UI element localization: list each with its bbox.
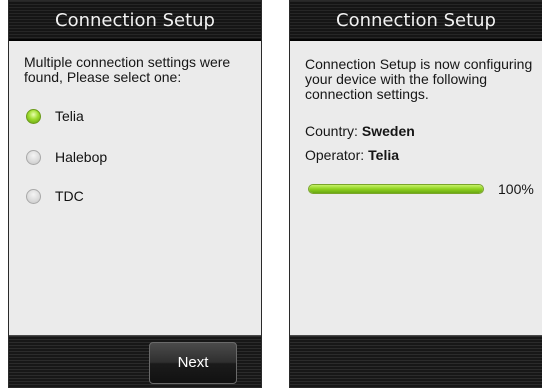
option-telia[interactable]: Telia — [26, 106, 84, 126]
progress-bar — [308, 184, 484, 194]
radio-selected-icon[interactable] — [26, 108, 41, 124]
title-bar: Connection Setup — [290, 1, 542, 40]
title-bar: Connection Setup — [9, 1, 261, 40]
option-tdc[interactable]: TDC — [26, 186, 84, 206]
operator-row: Operator: Telia — [305, 147, 399, 163]
connection-setup-progress-screen: Connection Setup Connection Setup is now… — [289, 0, 542, 388]
option-label: Telia — [55, 108, 84, 124]
bottom-bar — [290, 335, 542, 387]
selection-prompt: Multiple connection settings were found,… — [24, 54, 231, 85]
next-button[interactable]: Next — [149, 342, 237, 384]
country-row: Country: Sweden — [305, 123, 415, 139]
option-label: TDC — [55, 188, 84, 204]
progress-percent: 100% — [498, 181, 534, 197]
connection-setup-select-screen: Connection Setup Multiple connection set… — [8, 0, 262, 388]
screen-title: Connection Setup — [336, 10, 496, 31]
option-halebop[interactable]: Halebop — [26, 147, 107, 167]
screen-title: Connection Setup — [55, 10, 215, 31]
radio-unselected-icon[interactable] — [26, 188, 41, 204]
progress-content: Connection Setup is now configuring your… — [290, 41, 542, 335]
operator-label: Operator: — [305, 147, 365, 163]
selection-content: Multiple connection settings were found,… — [9, 41, 261, 335]
progress-fill — [309, 185, 483, 193]
option-label: Halebop — [55, 149, 108, 165]
operator-value: Telia — [368, 147, 400, 163]
radio-unselected-icon[interactable] — [26, 149, 41, 165]
bottom-bar: Next — [9, 335, 261, 387]
country-label: Country: — [305, 123, 358, 139]
status-message: Connection Setup is now configuring your… — [305, 56, 533, 102]
country-value: Sweden — [361, 123, 415, 139]
